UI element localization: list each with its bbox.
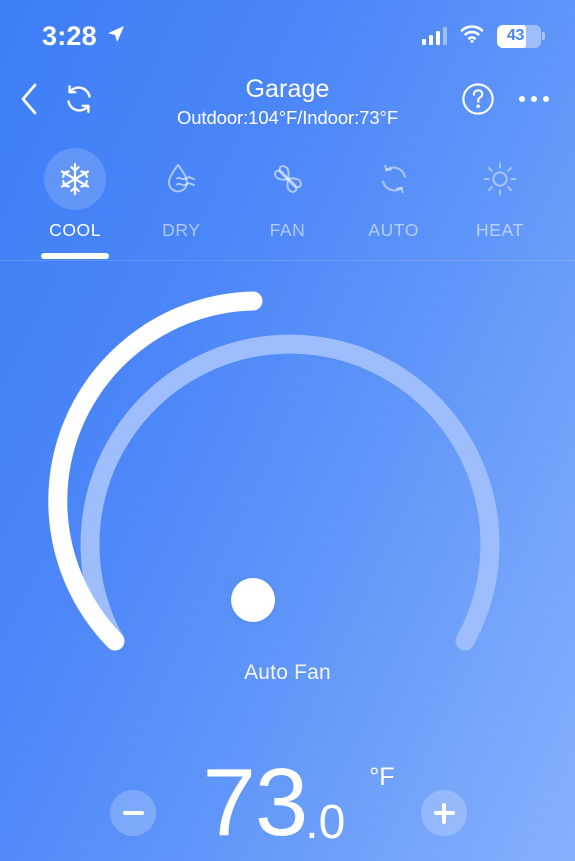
dial-arc-graphic xyxy=(48,291,500,651)
mode-label: HEAT xyxy=(476,220,524,240)
mode-label: AUTO xyxy=(368,220,420,240)
mode-active-underline xyxy=(147,253,215,259)
mode-tab-dry[interactable]: DRY xyxy=(128,148,234,259)
nav-bar: Garage Outdoor:104°F/Indoor:73°F xyxy=(0,66,575,134)
nav-left-controls xyxy=(18,78,96,116)
mode-tab-cool[interactable]: COOL xyxy=(22,148,128,259)
mode-label: DRY xyxy=(162,220,201,240)
mode-tab-heat[interactable]: HEAT xyxy=(447,148,553,259)
mode-active-underline xyxy=(254,253,322,259)
temperature-knob[interactable] xyxy=(231,578,275,622)
mode-tab-auto[interactable]: AUTO xyxy=(341,148,447,259)
battery-icon: 43 xyxy=(497,24,545,48)
mode-tabs: COOL DRY FAN AUTO HEAT xyxy=(0,148,575,259)
decrease-temperature-button[interactable] xyxy=(110,790,156,836)
mode-active-underline xyxy=(41,253,110,259)
temperature-unit: °F xyxy=(369,763,395,791)
status-time: 3:28 xyxy=(42,20,97,51)
wifi-icon xyxy=(460,24,484,48)
status-bar: 3:28 43 xyxy=(0,0,575,66)
mode-active-underline xyxy=(466,253,534,259)
cellular-signal-icon xyxy=(421,26,447,45)
help-circle-icon[interactable] xyxy=(461,82,495,116)
plus-icon-vertical xyxy=(442,802,446,824)
dial-track xyxy=(80,334,500,651)
more-dot xyxy=(519,96,525,102)
status-bar-left: 3:28 xyxy=(42,21,126,52)
thermostat-dial: Auto Fan 73 .0 °F 62°F 86°F xyxy=(0,261,575,851)
fan-blades-icon xyxy=(257,148,319,210)
temperature-whole: 73 xyxy=(202,749,308,856)
chevron-left-icon[interactable] xyxy=(18,82,40,116)
status-bar-right: 43 xyxy=(421,24,545,48)
auto-cycle-icon xyxy=(363,148,425,210)
temperature-decimal: .0 xyxy=(305,796,346,849)
mode-label: COOL xyxy=(49,220,102,240)
battery-level: 43 xyxy=(506,27,525,44)
snowflake-icon xyxy=(44,148,107,210)
nav-right-controls xyxy=(461,78,549,116)
temperature-display: 73 .0 °F xyxy=(0,749,575,856)
mode-tab-fan[interactable]: FAN xyxy=(234,148,340,259)
increase-temperature-button[interactable] xyxy=(421,790,467,836)
minus-icon xyxy=(122,811,144,815)
mode-label: FAN xyxy=(269,220,306,240)
fan-speed-label: Auto Fan xyxy=(244,661,331,684)
refresh-sync-icon[interactable] xyxy=(62,82,96,116)
mode-active-underline xyxy=(360,253,428,259)
more-horizontal-icon[interactable] xyxy=(519,96,549,102)
more-dot xyxy=(531,96,537,102)
humidity-drop-icon xyxy=(150,148,212,210)
location-arrow-icon xyxy=(106,24,126,49)
more-dot xyxy=(543,96,549,102)
sun-icon xyxy=(469,148,531,210)
